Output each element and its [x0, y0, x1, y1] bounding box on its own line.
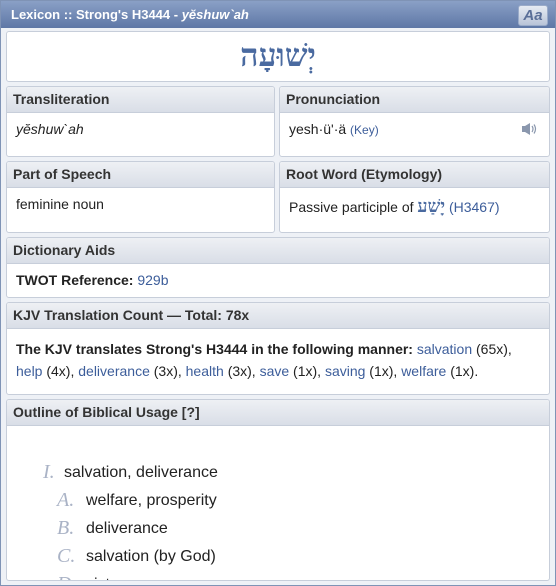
kjv-word-link[interactable]: health: [186, 363, 224, 379]
speaker-icon[interactable]: [521, 122, 539, 136]
kjv-header: KJV Translation Count — Total: 78x: [7, 303, 549, 329]
title-bar: Lexicon :: Strong's H3444 - yĕshuw`ah Aa: [1, 1, 555, 28]
root-word-header: Root Word (Etymology): [280, 162, 549, 188]
outline-item: welfare, prosperity: [86, 492, 217, 509]
kjv-word-link[interactable]: saving: [325, 363, 365, 379]
root-word-row: Passive participle of יָשַׁע (H3467): [280, 188, 549, 225]
kjv-word-count: (65x),: [476, 341, 512, 357]
kjv-word-count: (3x),: [227, 363, 256, 379]
outline-marker: C.: [57, 545, 76, 567]
title-transliteration: yĕshuw`ah: [181, 7, 249, 22]
outline-marker: I.: [43, 461, 55, 483]
root-word-ref-link[interactable]: (H3467): [449, 199, 500, 215]
outline-marker: D.: [57, 573, 76, 580]
kjv-word-count: (4x),: [46, 363, 75, 379]
kjv-body: The KJV translates Strong's H3444 in the…: [7, 329, 549, 390]
outline-item: salvation, deliverance: [64, 464, 218, 481]
transliteration-box: Transliteration yĕshuw`ah: [6, 86, 275, 157]
outline-item: victory: [86, 576, 132, 580]
part-of-speech-header: Part of Speech: [7, 162, 274, 188]
transliteration-header: Transliteration: [7, 87, 274, 113]
kjv-word-link[interactable]: welfare: [401, 363, 446, 379]
twot-label: TWOT Reference:: [16, 272, 134, 288]
kjv-word-link[interactable]: save: [260, 363, 290, 379]
kjv-word-count: (1x),: [369, 363, 398, 379]
outline-box: Outline of Biblical Usage [?] I. salvatio…: [6, 399, 550, 581]
twot-link[interactable]: 929b: [137, 272, 168, 288]
lexicon-window: Lexicon :: Strong's H3444 - yĕshuw`ah Aa…: [0, 0, 556, 586]
font-size-button[interactable]: Aa: [518, 5, 548, 26]
kjv-word-count: (1x),: [293, 363, 322, 379]
outline-marker: A.: [57, 489, 75, 511]
pronunciation-key-link[interactable]: (Key): [350, 123, 379, 137]
outline-marker: B.: [57, 517, 75, 539]
kjv-word-link[interactable]: help: [16, 363, 42, 379]
pronunciation-header: Pronunciation: [280, 87, 549, 113]
root-word-box: Root Word (Etymology) Passive participle…: [279, 161, 550, 233]
kjv-word-link[interactable]: deliverance: [78, 363, 150, 379]
outline-item: deliverance: [86, 520, 168, 537]
kjv-word-count: (3x),: [153, 363, 182, 379]
headword: יְשׁוּעָה: [240, 36, 316, 74]
title-prefix: Lexicon :: Strong's H3444 -: [11, 7, 182, 22]
window-title: Lexicon :: Strong's H3444 - yĕshuw`ah: [11, 7, 249, 22]
pronunciation-value: yesh·ü'·ä: [289, 121, 347, 137]
pronunciation-box: Pronunciation yesh·ü'·ä (Key): [279, 86, 550, 157]
dictionary-aids-header: Dictionary Aids: [7, 238, 549, 264]
dictionary-aids-box: Dictionary Aids TWOT Reference: 929b: [6, 237, 550, 298]
twot-row: TWOT Reference: 929b: [7, 264, 549, 296]
kjv-word-count: (1x).: [450, 363, 479, 379]
root-word-hebrew[interactable]: יָשַׁע: [417, 196, 445, 217]
outline-header: Outline of Biblical Usage [?]: [7, 400, 549, 426]
headword-box: יְשׁוּעָה: [6, 31, 550, 82]
outline-item: salvation (by God): [86, 548, 216, 565]
part-of-speech-value: feminine noun: [16, 196, 104, 212]
transliteration-value: yĕshuw`ah: [16, 121, 84, 137]
part-of-speech-box: Part of Speech feminine noun: [6, 161, 275, 233]
pronunciation-row: yesh·ü'·ä (Key): [280, 113, 549, 145]
root-word-prefix: Passive participle of: [289, 199, 414, 215]
kjv-box: KJV Translation Count — Total: 78x The K…: [6, 302, 550, 395]
kjv-word-link[interactable]: salvation: [417, 341, 472, 357]
kjv-intro: The KJV translates Strong's H3444 in the…: [16, 341, 413, 357]
